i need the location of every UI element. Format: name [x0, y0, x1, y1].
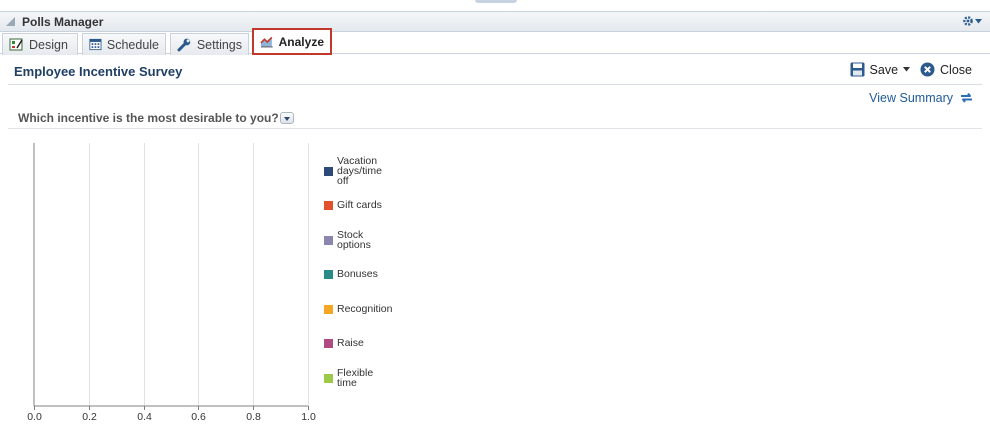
x-tick-label: 0.8: [246, 411, 261, 423]
close-icon: [920, 62, 935, 77]
tab-settings[interactable]: Settings: [170, 33, 249, 55]
tab-design[interactable]: Design: [2, 33, 78, 55]
legend-item: Vacation days/time off: [324, 156, 382, 186]
legend-item: Recognition: [324, 304, 392, 314]
save-label: Save: [869, 62, 899, 77]
legend-item: Bonuses: [324, 269, 378, 279]
legend-item: Flexible time: [324, 368, 373, 388]
close-button[interactable]: Close: [920, 62, 972, 77]
survey-title: Employee Incentive Survey: [14, 64, 183, 79]
design-icon: [9, 38, 23, 51]
save-dropdown-icon: [903, 67, 911, 72]
legend-swatch: [324, 373, 333, 383]
legend-swatch: [324, 304, 333, 314]
x-tick-label: 1.0: [301, 411, 316, 423]
panel-header: Polls Manager: [0, 11, 990, 32]
close-label: Close: [940, 62, 972, 77]
results-chart: 0.0 0.2 0.4 0.6 0.8 1.0: [27, 143, 316, 423]
wrench-icon: [177, 38, 191, 52]
x-tick-label: 0.2: [82, 411, 97, 423]
question-text: Which incentive is the most desirable to…: [18, 111, 279, 125]
view-summary-link[interactable]: View Summary: [869, 90, 974, 105]
gear-icon: [963, 16, 973, 26]
x-tick-label: 0.6: [191, 411, 206, 423]
tab-design-label: Design: [29, 37, 68, 52]
legend-item: Raise: [324, 338, 364, 348]
legend-swatch: [324, 269, 333, 279]
legend-label: Stock options: [337, 229, 371, 251]
tab-settings-label: Settings: [196, 37, 242, 52]
legend-item: Gift cards: [324, 200, 382, 210]
swap-arrows-icon: [961, 92, 972, 103]
legend-label: Flexible time: [337, 367, 374, 389]
collapse-triangle-icon[interactable]: [6, 17, 15, 26]
legend-swatch: [324, 200, 333, 210]
question-row: Which incentive is the most desirable to…: [8, 108, 982, 129]
save-button[interactable]: Save: [850, 62, 911, 77]
legend-swatch: [324, 235, 333, 245]
legend-label: Bonuses: [337, 268, 378, 280]
tab-schedule-label: Schedule: [106, 37, 159, 52]
chevron-down-icon: [975, 18, 982, 23]
legend-label: Gift cards: [337, 199, 382, 211]
x-tick-label: 0.0: [27, 411, 42, 423]
view-summary-label: View Summary: [869, 90, 953, 105]
legend-swatch: [324, 338, 333, 348]
tab-bar: Design Schedule Settings Analyze: [0, 28, 990, 55]
legend-label: Recognition: [337, 303, 393, 315]
legend-item: Stock options: [324, 230, 371, 250]
legend-label: Raise: [337, 337, 364, 349]
save-icon: [850, 62, 865, 77]
question-dropdown-button[interactable]: [280, 112, 294, 124]
tab-analyze[interactable]: Analyze: [252, 28, 332, 55]
legend-swatch: [324, 166, 333, 176]
x-tick-label: 0.4: [137, 411, 152, 423]
analyze-chart-icon: [260, 36, 273, 48]
tab-schedule[interactable]: Schedule: [82, 33, 166, 55]
survey-header: Employee Incentive Survey Save Close: [8, 60, 982, 85]
panel-title: Polls Manager: [22, 15, 104, 29]
panel-settings-menu[interactable]: [962, 15, 982, 27]
tab-analyze-label: Analyze: [278, 34, 324, 49]
calendar-icon: [89, 38, 102, 51]
top-drag-handle: [475, 0, 517, 3]
legend-label: Vacation days/time off: [337, 155, 382, 187]
survey-actions: Save Close: [850, 62, 972, 77]
